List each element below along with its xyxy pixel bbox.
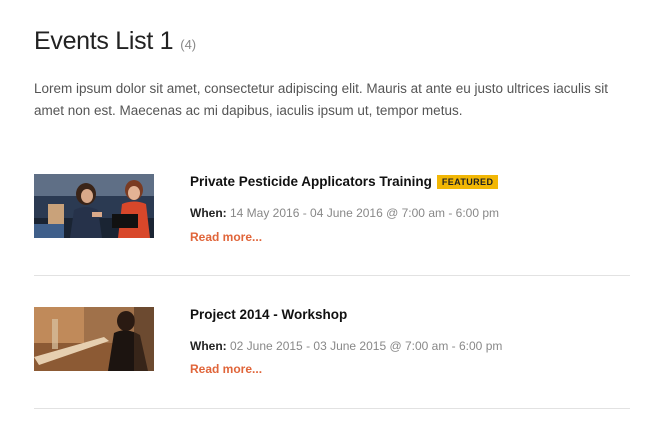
event-count: (4) bbox=[180, 37, 197, 52]
event-title-link[interactable]: Private Pesticide Applicators Training bbox=[190, 174, 432, 189]
when-label: When: bbox=[190, 206, 227, 220]
when-label: When: bbox=[190, 339, 227, 353]
divider bbox=[34, 275, 630, 276]
featured-badge: FEATURED bbox=[436, 174, 499, 189]
event-when: When: 02 June 2015 - 03 June 2015 @ 7:00… bbox=[190, 339, 502, 353]
event-thumbnail[interactable] bbox=[34, 307, 154, 371]
events-page: Events List 1 (4) Lorem ipsum dolor sit … bbox=[0, 0, 649, 428]
read-more-link[interactable]: Read more... bbox=[190, 362, 262, 376]
event-when: When: 14 May 2016 - 04 June 2016 @ 7:00 … bbox=[190, 206, 499, 220]
divider bbox=[34, 408, 630, 409]
event-title[interactable]: Project 2014 - Workshop bbox=[190, 307, 347, 322]
when-value: 14 May 2016 - 04 June 2016 @ 7:00 am - 6… bbox=[230, 206, 500, 220]
when-value: 02 June 2015 - 03 June 2015 @ 7:00 am - … bbox=[230, 339, 503, 353]
read-more-link[interactable]: Read more... bbox=[190, 230, 262, 244]
page-title: Events List 1 bbox=[34, 27, 174, 55]
intro-text: Lorem ipsum dolor sit amet, consectetur … bbox=[34, 81, 609, 118]
event-photo-image bbox=[34, 307, 154, 371]
event-photo-image bbox=[34, 174, 154, 238]
page-header: Events List 1 (4) bbox=[34, 27, 196, 56]
event-title-link[interactable]: Project 2014 - Workshop bbox=[190, 307, 347, 322]
event-thumbnail[interactable] bbox=[34, 174, 154, 238]
event-item: Project 2014 - Workshop When: 02 June 20… bbox=[34, 307, 630, 407]
event-title[interactable]: Private Pesticide Applicators Training F… bbox=[190, 174, 499, 189]
event-item: Private Pesticide Applicators Training F… bbox=[34, 174, 630, 274]
